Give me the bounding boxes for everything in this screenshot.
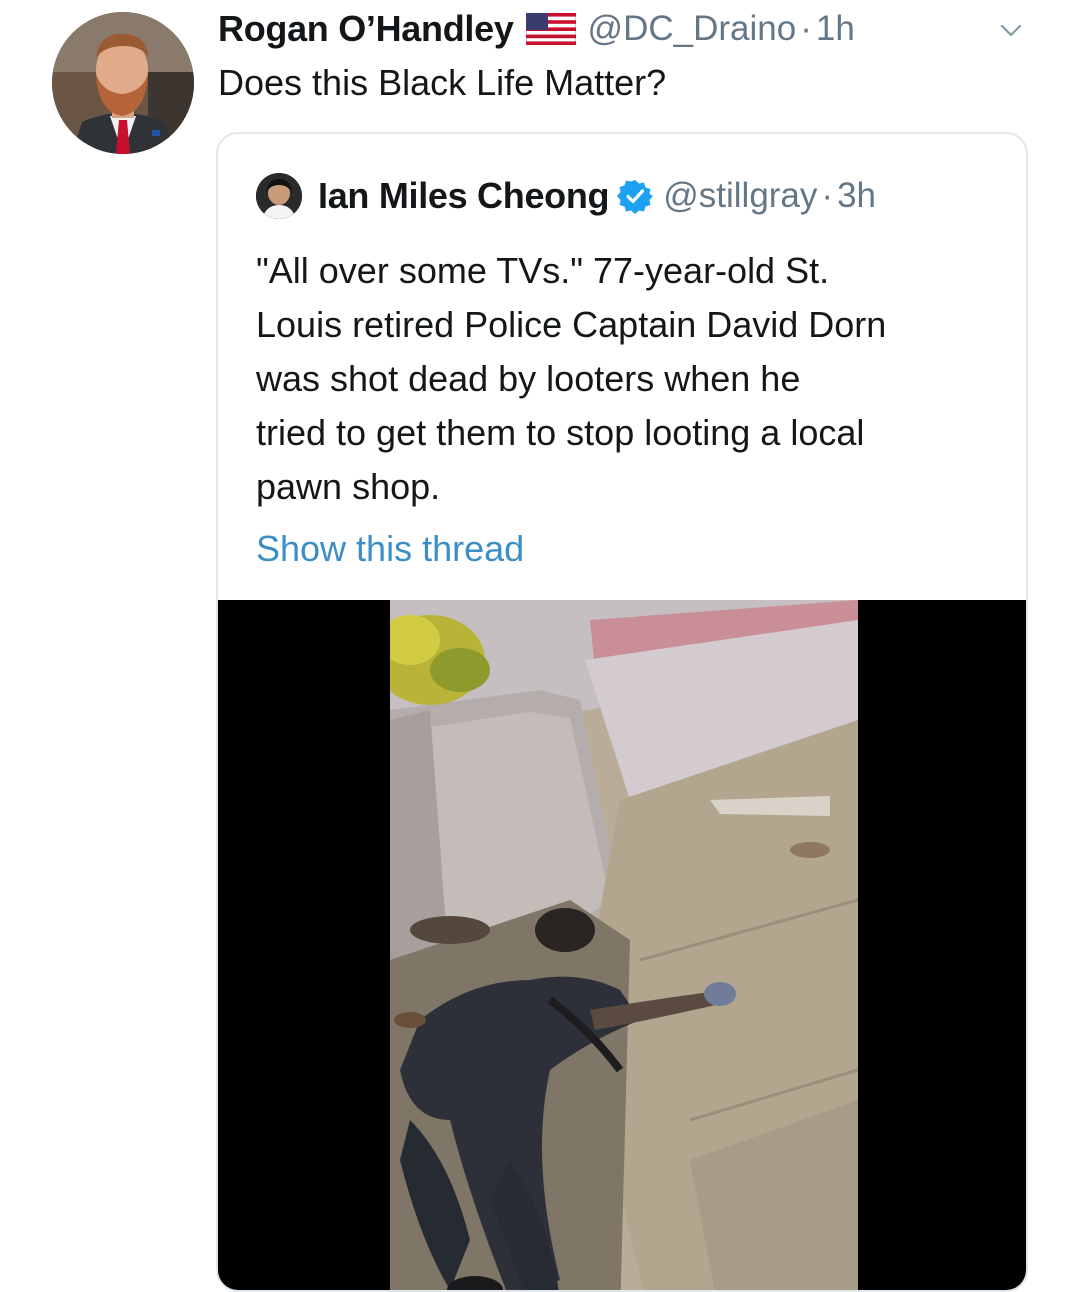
quoted-tweet-text: "All over some TVs." 77-year-old St. Lou… [256, 250, 887, 507]
video-thumbnail[interactable] [218, 600, 1026, 1290]
author-name[interactable]: Rogan O’Handley [218, 8, 514, 50]
tweet-text: Does this Black Life Matter? [218, 62, 667, 103]
us-flag-icon [525, 12, 577, 46]
quoted-separator-dot: · [821, 176, 834, 215]
quoted-author-handle[interactable]: @stillgray [663, 176, 817, 216]
author-avatar[interactable] [52, 12, 194, 154]
author-handle[interactable]: @DC_Draino [588, 9, 797, 49]
quoted-tweet-timestamp[interactable]: 3h [837, 176, 876, 216]
quoted-tweet-card[interactable]: Ian Miles Cheong @stillgray · 3h "All ov… [216, 132, 1028, 1292]
tweet-header: Rogan O’Handley @DC_Draino · 1h [218, 6, 855, 52]
chevron-down-icon[interactable] [996, 16, 1026, 46]
tweet-timestamp[interactable]: 1h [816, 9, 855, 49]
quoted-author-name[interactable]: Ian Miles Cheong [318, 175, 610, 217]
verified-badge-icon [617, 178, 654, 214]
video-frame-image [390, 600, 858, 1290]
show-thread-link[interactable]: Show this thread [256, 522, 524, 576]
quoted-author-avatar[interactable] [256, 173, 302, 219]
quoted-tweet-header: Ian Miles Cheong @stillgray · 3h [256, 168, 876, 224]
author-avatar-image [52, 12, 194, 154]
separator-dot: · [800, 9, 812, 48]
